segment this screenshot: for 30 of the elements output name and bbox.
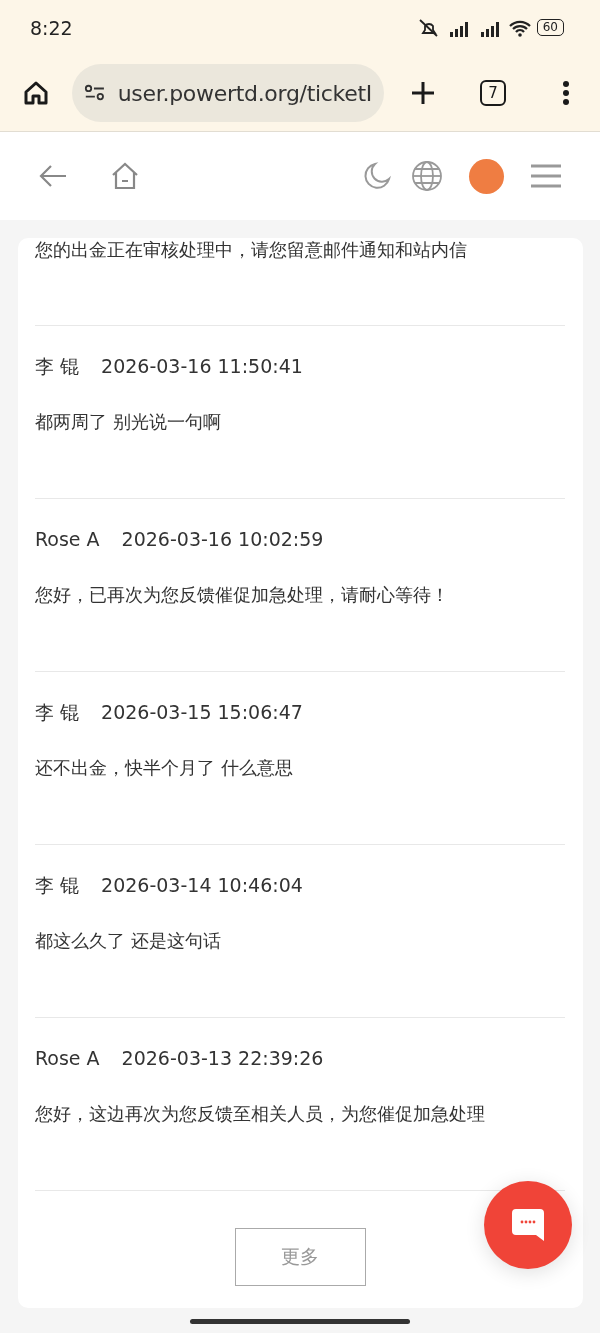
author-name: Rose A <box>35 527 100 551</box>
message-time: 2026-03-14 10:46:04 <box>101 873 303 897</box>
author-name: Rose A <box>35 1046 100 1070</box>
menu-icon[interactable] <box>530 163 562 189</box>
author-name: 李 锟 <box>35 354 80 378</box>
message-text: 您好，这边再次为您反馈至相关人员，为您催促加急处理 <box>35 1102 486 1126</box>
author-name: 李 锟 <box>35 873 80 897</box>
battery-indicator: 60 <box>536 19 564 36</box>
message-text: 您的出金正在审核处理中，请您留意邮件通知和站内信 <box>35 238 468 262</box>
message-text: 还不出金，快半个月了 什么意思 <box>35 756 294 780</box>
status-time: 8:22 <box>30 16 73 39</box>
avatar[interactable] <box>469 158 504 194</box>
address-bar[interactable]: user.powertd.org/ticketI <box>72 64 384 122</box>
plus-icon[interactable] <box>410 80 436 106</box>
chat-bubble-icon <box>510 1207 546 1243</box>
globe-icon[interactable] <box>411 160 443 192</box>
back-arrow-icon[interactable] <box>38 164 68 188</box>
message-text: 您好，已再次为您反馈催促加急处理，请耐心等待！ <box>35 583 450 607</box>
message-time: 2026-03-16 11:50:41 <box>101 354 303 378</box>
message-time: 2026-03-13 22:39:26 <box>121 1046 324 1070</box>
message-text: 都这么久了 还是这句话 <box>35 929 222 953</box>
tab-count-button[interactable]: 7 <box>480 80 506 106</box>
more-menu-icon[interactable] <box>562 80 570 106</box>
home-icon[interactable] <box>22 79 50 107</box>
url-text: user.powertd.org/ticketI <box>117 80 372 106</box>
message-text: 都两周了 别光说一句啊 <box>35 410 222 434</box>
message-time: 2026-03-15 15:06:47 <box>101 700 303 724</box>
moon-icon[interactable] <box>363 162 391 190</box>
author-name: 李 锟 <box>35 700 80 724</box>
message-time: 2026-03-16 10:02:59 <box>121 527 324 551</box>
